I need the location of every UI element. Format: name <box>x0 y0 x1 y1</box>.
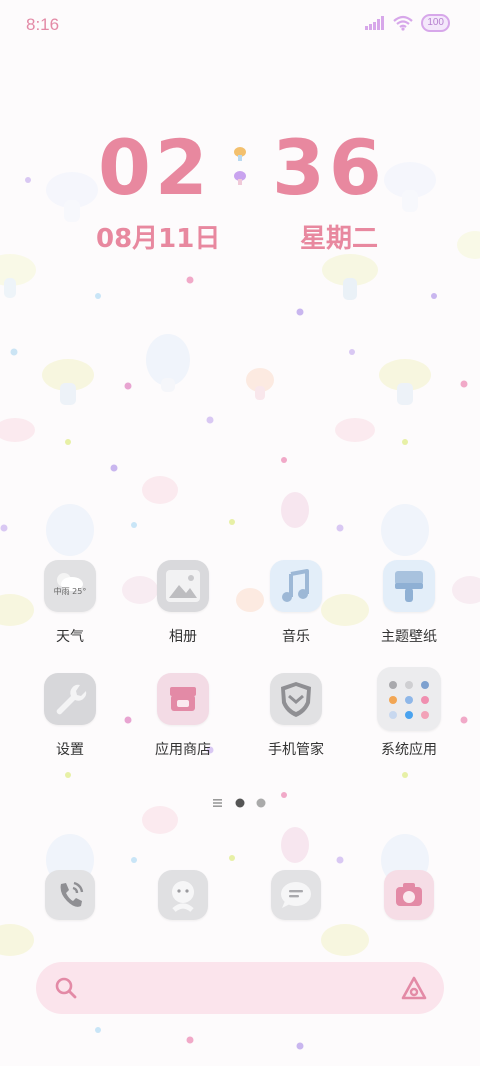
app-system-folder[interactable]: 系统应用 <box>354 667 464 759</box>
app-label: 天气 <box>56 629 84 645</box>
app-label: 手机管家 <box>268 742 324 758</box>
app-store-icon <box>157 673 209 725</box>
dock-phone[interactable] <box>15 870 125 920</box>
gallery-icon <box>157 560 209 612</box>
battery-icon: 100 <box>421 14 450 32</box>
weather-icon: 中雨 25° <box>44 560 96 612</box>
app-label: 音乐 <box>282 629 310 645</box>
music-icon <box>270 560 322 612</box>
app-label: 应用商店 <box>155 742 211 758</box>
messages-icon <box>271 870 321 920</box>
page-dot <box>256 798 266 808</box>
app-gallery[interactable]: 相册 <box>128 560 238 646</box>
clock-minutes: 36 <box>272 123 386 212</box>
search-icon <box>55 977 77 999</box>
signal-icon <box>365 16 385 30</box>
weather-widget-text: 中雨 25° <box>53 587 87 596</box>
app-music[interactable]: 音乐 <box>241 560 351 646</box>
weekday-label: 星期二 <box>300 224 379 254</box>
mushroom-deco-icon <box>234 147 246 185</box>
app-label: 相册 <box>169 629 197 645</box>
date-label: 08月11日 <box>96 224 221 254</box>
app-settings[interactable]: 设置 <box>15 673 125 759</box>
app-label: 系统应用 <box>381 742 437 758</box>
dock-camera[interactable] <box>354 870 464 920</box>
dock-messages[interactable] <box>241 870 351 920</box>
settings-wrench-icon <box>44 673 96 725</box>
search-bar[interactable] <box>36 962 444 1014</box>
app-label: 设置 <box>56 742 84 758</box>
page-indicator[interactable] <box>0 796 480 810</box>
camera-icon <box>384 870 434 920</box>
app-theme[interactable]: 主题壁纸 <box>354 560 464 646</box>
phone-icon <box>45 870 95 920</box>
status-bar: 8:16 100 <box>0 0 480 50</box>
clock-widget[interactable]: 02 36 <box>0 128 480 208</box>
assistant-icon[interactable] <box>400 974 428 1002</box>
phone-manager-shield-icon <box>270 673 322 725</box>
clock-hours: 02 <box>98 123 212 212</box>
list-pages-icon <box>213 799 222 807</box>
app-store[interactable]: 应用商店 <box>128 673 238 759</box>
system-apps-folder-icon <box>377 667 441 731</box>
theme-brush-icon <box>383 560 435 612</box>
status-indicators: 100 <box>365 14 450 32</box>
page-dot-active <box>235 798 245 808</box>
wifi-icon <box>393 15 414 31</box>
app-weather[interactable]: 中雨 25° 天气 <box>15 560 125 646</box>
dock-contacts[interactable] <box>128 870 238 920</box>
app-phone-manager[interactable]: 手机管家 <box>241 673 351 759</box>
contacts-icon <box>158 870 208 920</box>
app-label: 主题壁纸 <box>381 629 437 645</box>
dock <box>0 870 480 930</box>
status-time: 8:16 <box>26 15 60 34</box>
